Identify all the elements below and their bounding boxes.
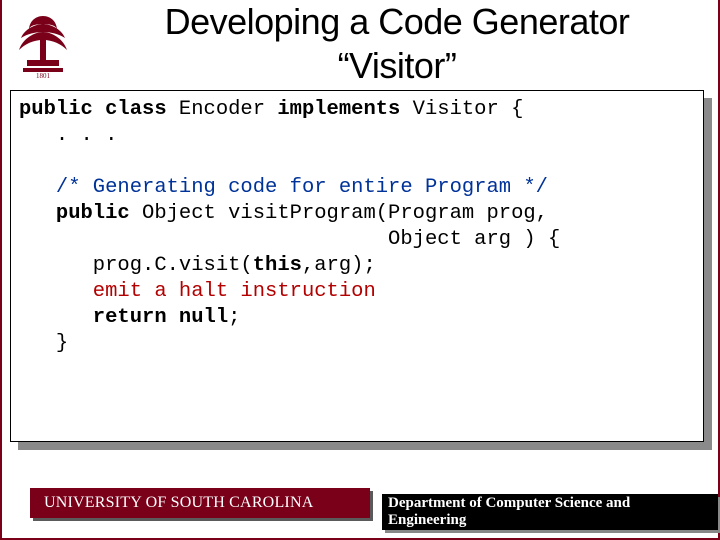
code-text: ;: [228, 306, 240, 329]
code-comment: /* Generating code for entire Program */: [19, 176, 548, 199]
footer-university-label: UNIVERSITY OF SOUTH CAROLINA: [44, 494, 313, 512]
palmetto-logo-icon: 1801: [13, 10, 73, 82]
code-text: Object arg ) {: [19, 228, 560, 251]
code-kw: public: [19, 202, 130, 225]
code-text: prog.C.visit(: [19, 254, 253, 277]
code-text: }: [19, 332, 68, 355]
code-text: . . .: [19, 124, 117, 147]
footer-department-label: Department of Computer Science and Engin…: [388, 495, 712, 529]
code-text: Encoder: [167, 98, 278, 121]
code-kw: implements: [277, 98, 400, 121]
code-text: Object visitProgram(Program prog,: [130, 202, 548, 225]
code-block: public class Encoder implements Visitor …: [10, 90, 704, 442]
code-text: ,arg);: [302, 254, 376, 277]
footer: UNIVERSITY OF SOUTH CAROLINA Department …: [2, 484, 720, 538]
footer-university: UNIVERSITY OF SOUTH CAROLINA: [30, 488, 370, 518]
title-line-2: “Visitor”: [338, 45, 457, 86]
code-pseudo: emit a halt instruction: [19, 280, 376, 303]
title-row: 1801 Developing a Code Generator “Visito…: [2, 0, 720, 92]
slide: 1801 Developing a Code Generator “Visito…: [0, 0, 720, 540]
code-kw: this: [253, 254, 302, 277]
title-line-1: Developing a Code Generator: [165, 1, 630, 42]
slide-title: Developing a Code Generator “Visitor”: [97, 0, 697, 88]
svg-text:1801: 1801: [36, 72, 51, 80]
code-kw: return null: [19, 306, 228, 329]
usc-logo: 1801: [10, 6, 76, 86]
code-text: Visitor {: [400, 98, 523, 121]
footer-department: Department of Computer Science and Engin…: [382, 494, 718, 530]
code-block-container: public class Encoder implements Visitor …: [10, 90, 712, 450]
code-kw: public class: [19, 98, 167, 121]
